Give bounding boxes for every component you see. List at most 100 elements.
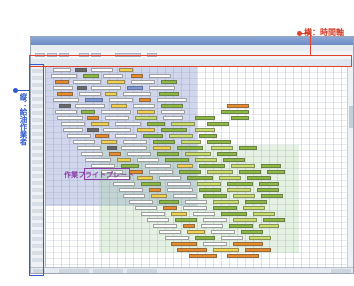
task-bar[interactable] bbox=[149, 86, 175, 90]
task-bar[interactable] bbox=[135, 206, 157, 210]
task-bar[interactable] bbox=[171, 212, 187, 216]
task-bar[interactable] bbox=[261, 194, 283, 198]
task-bar[interactable] bbox=[207, 170, 233, 174]
task-bar[interactable] bbox=[221, 110, 249, 114]
task-bar[interactable] bbox=[227, 182, 253, 186]
task-bar[interactable] bbox=[245, 248, 271, 252]
task-bar[interactable] bbox=[183, 206, 207, 210]
task-bar[interactable] bbox=[83, 74, 99, 78]
task-bar[interactable] bbox=[193, 212, 215, 216]
task-bar[interactable] bbox=[261, 164, 281, 168]
task-bar[interactable] bbox=[127, 86, 143, 90]
task-bar[interactable] bbox=[267, 170, 285, 174]
task-bar[interactable] bbox=[195, 128, 215, 132]
task-bar[interactable] bbox=[227, 104, 249, 108]
task-bar[interactable] bbox=[57, 92, 73, 96]
task-bar[interactable] bbox=[51, 74, 77, 78]
task-bar[interactable] bbox=[77, 86, 87, 90]
task-bar[interactable] bbox=[131, 74, 143, 78]
scrollbar-thumb[interactable] bbox=[349, 106, 353, 128]
task-bar[interactable] bbox=[133, 104, 155, 108]
task-bar[interactable] bbox=[119, 188, 143, 192]
task-bar[interactable] bbox=[87, 128, 99, 132]
task-bar[interactable] bbox=[259, 224, 279, 228]
task-bar[interactable] bbox=[91, 122, 109, 126]
task-bar[interactable] bbox=[153, 224, 177, 228]
task-bar[interactable] bbox=[53, 98, 79, 102]
task-bar[interactable] bbox=[121, 146, 147, 150]
task-bar[interactable] bbox=[57, 116, 83, 120]
task-bar[interactable] bbox=[113, 182, 135, 186]
task-bar[interactable] bbox=[67, 134, 91, 138]
task-bar[interactable] bbox=[141, 212, 165, 216]
task-bar[interactable] bbox=[141, 182, 161, 186]
task-bar[interactable] bbox=[173, 194, 197, 198]
task-bar[interactable] bbox=[233, 194, 255, 198]
task-bar[interactable] bbox=[169, 134, 193, 138]
task-bar[interactable] bbox=[95, 134, 109, 138]
task-bar[interactable] bbox=[55, 80, 69, 84]
task-bar[interactable] bbox=[105, 92, 117, 96]
task-bar[interactable] bbox=[103, 74, 123, 78]
task-bar[interactable] bbox=[149, 170, 173, 174]
task-bar[interactable] bbox=[171, 122, 195, 126]
task-bar[interactable] bbox=[213, 248, 239, 252]
task-bar[interactable] bbox=[219, 176, 241, 180]
task-bar[interactable] bbox=[229, 224, 253, 228]
task-bar[interactable] bbox=[153, 146, 171, 150]
task-bar[interactable] bbox=[187, 176, 213, 180]
task-bar[interactable] bbox=[177, 248, 207, 252]
task-bar[interactable] bbox=[233, 218, 257, 222]
task-bar[interactable] bbox=[203, 194, 227, 198]
task-bar[interactable] bbox=[55, 110, 77, 114]
task-bar[interactable] bbox=[177, 164, 193, 168]
task-bar[interactable] bbox=[239, 170, 261, 174]
task-bar[interactable] bbox=[123, 92, 151, 96]
task-bar[interactable] bbox=[75, 104, 105, 108]
task-bar[interactable] bbox=[161, 110, 185, 114]
taskbar-item[interactable] bbox=[93, 269, 123, 273]
task-bar[interactable] bbox=[165, 236, 189, 240]
taskbar-item[interactable] bbox=[59, 269, 89, 273]
task-bar[interactable] bbox=[199, 134, 217, 138]
task-bar[interactable] bbox=[211, 146, 233, 150]
task-bar[interactable] bbox=[187, 230, 205, 234]
task-bar[interactable] bbox=[157, 152, 179, 156]
task-bar[interactable] bbox=[257, 188, 279, 192]
task-bar[interactable] bbox=[59, 104, 71, 108]
task-bar[interactable] bbox=[157, 98, 187, 102]
task-bar[interactable] bbox=[137, 110, 155, 114]
task-bar[interactable] bbox=[175, 218, 197, 222]
task-bar[interactable] bbox=[73, 140, 95, 144]
task-bar[interactable] bbox=[115, 134, 137, 138]
task-bar[interactable] bbox=[137, 128, 155, 132]
task-bar[interactable] bbox=[87, 116, 99, 120]
task-bar[interactable] bbox=[171, 242, 197, 246]
task-bar[interactable] bbox=[227, 188, 251, 192]
task-bar[interactable] bbox=[207, 140, 231, 144]
task-bar[interactable] bbox=[79, 92, 101, 96]
task-bar[interactable] bbox=[61, 122, 85, 126]
task-bar[interactable] bbox=[181, 140, 201, 144]
vertical-scrollbar[interactable] bbox=[347, 66, 353, 267]
task-bar[interactable] bbox=[109, 98, 133, 102]
task-bar[interactable] bbox=[213, 200, 239, 204]
task-bar[interactable] bbox=[239, 146, 257, 150]
task-bar[interactable] bbox=[247, 176, 271, 180]
task-bar[interactable] bbox=[143, 134, 163, 138]
task-bar[interactable] bbox=[159, 230, 181, 234]
task-bar[interactable] bbox=[213, 206, 237, 210]
task-bar[interactable] bbox=[177, 146, 203, 150]
task-bar[interactable] bbox=[109, 152, 121, 156]
task-bar[interactable] bbox=[123, 194, 145, 198]
task-bar[interactable] bbox=[195, 236, 215, 240]
task-bar[interactable] bbox=[217, 152, 237, 156]
task-bar[interactable] bbox=[211, 230, 235, 234]
task-bar[interactable] bbox=[85, 158, 111, 162]
task-bar[interactable] bbox=[105, 116, 129, 120]
task-bar[interactable] bbox=[139, 98, 151, 102]
task-bar[interactable] bbox=[81, 152, 103, 156]
task-bar[interactable] bbox=[233, 242, 263, 246]
task-bar[interactable] bbox=[131, 80, 155, 84]
task-bar[interactable] bbox=[161, 128, 187, 132]
